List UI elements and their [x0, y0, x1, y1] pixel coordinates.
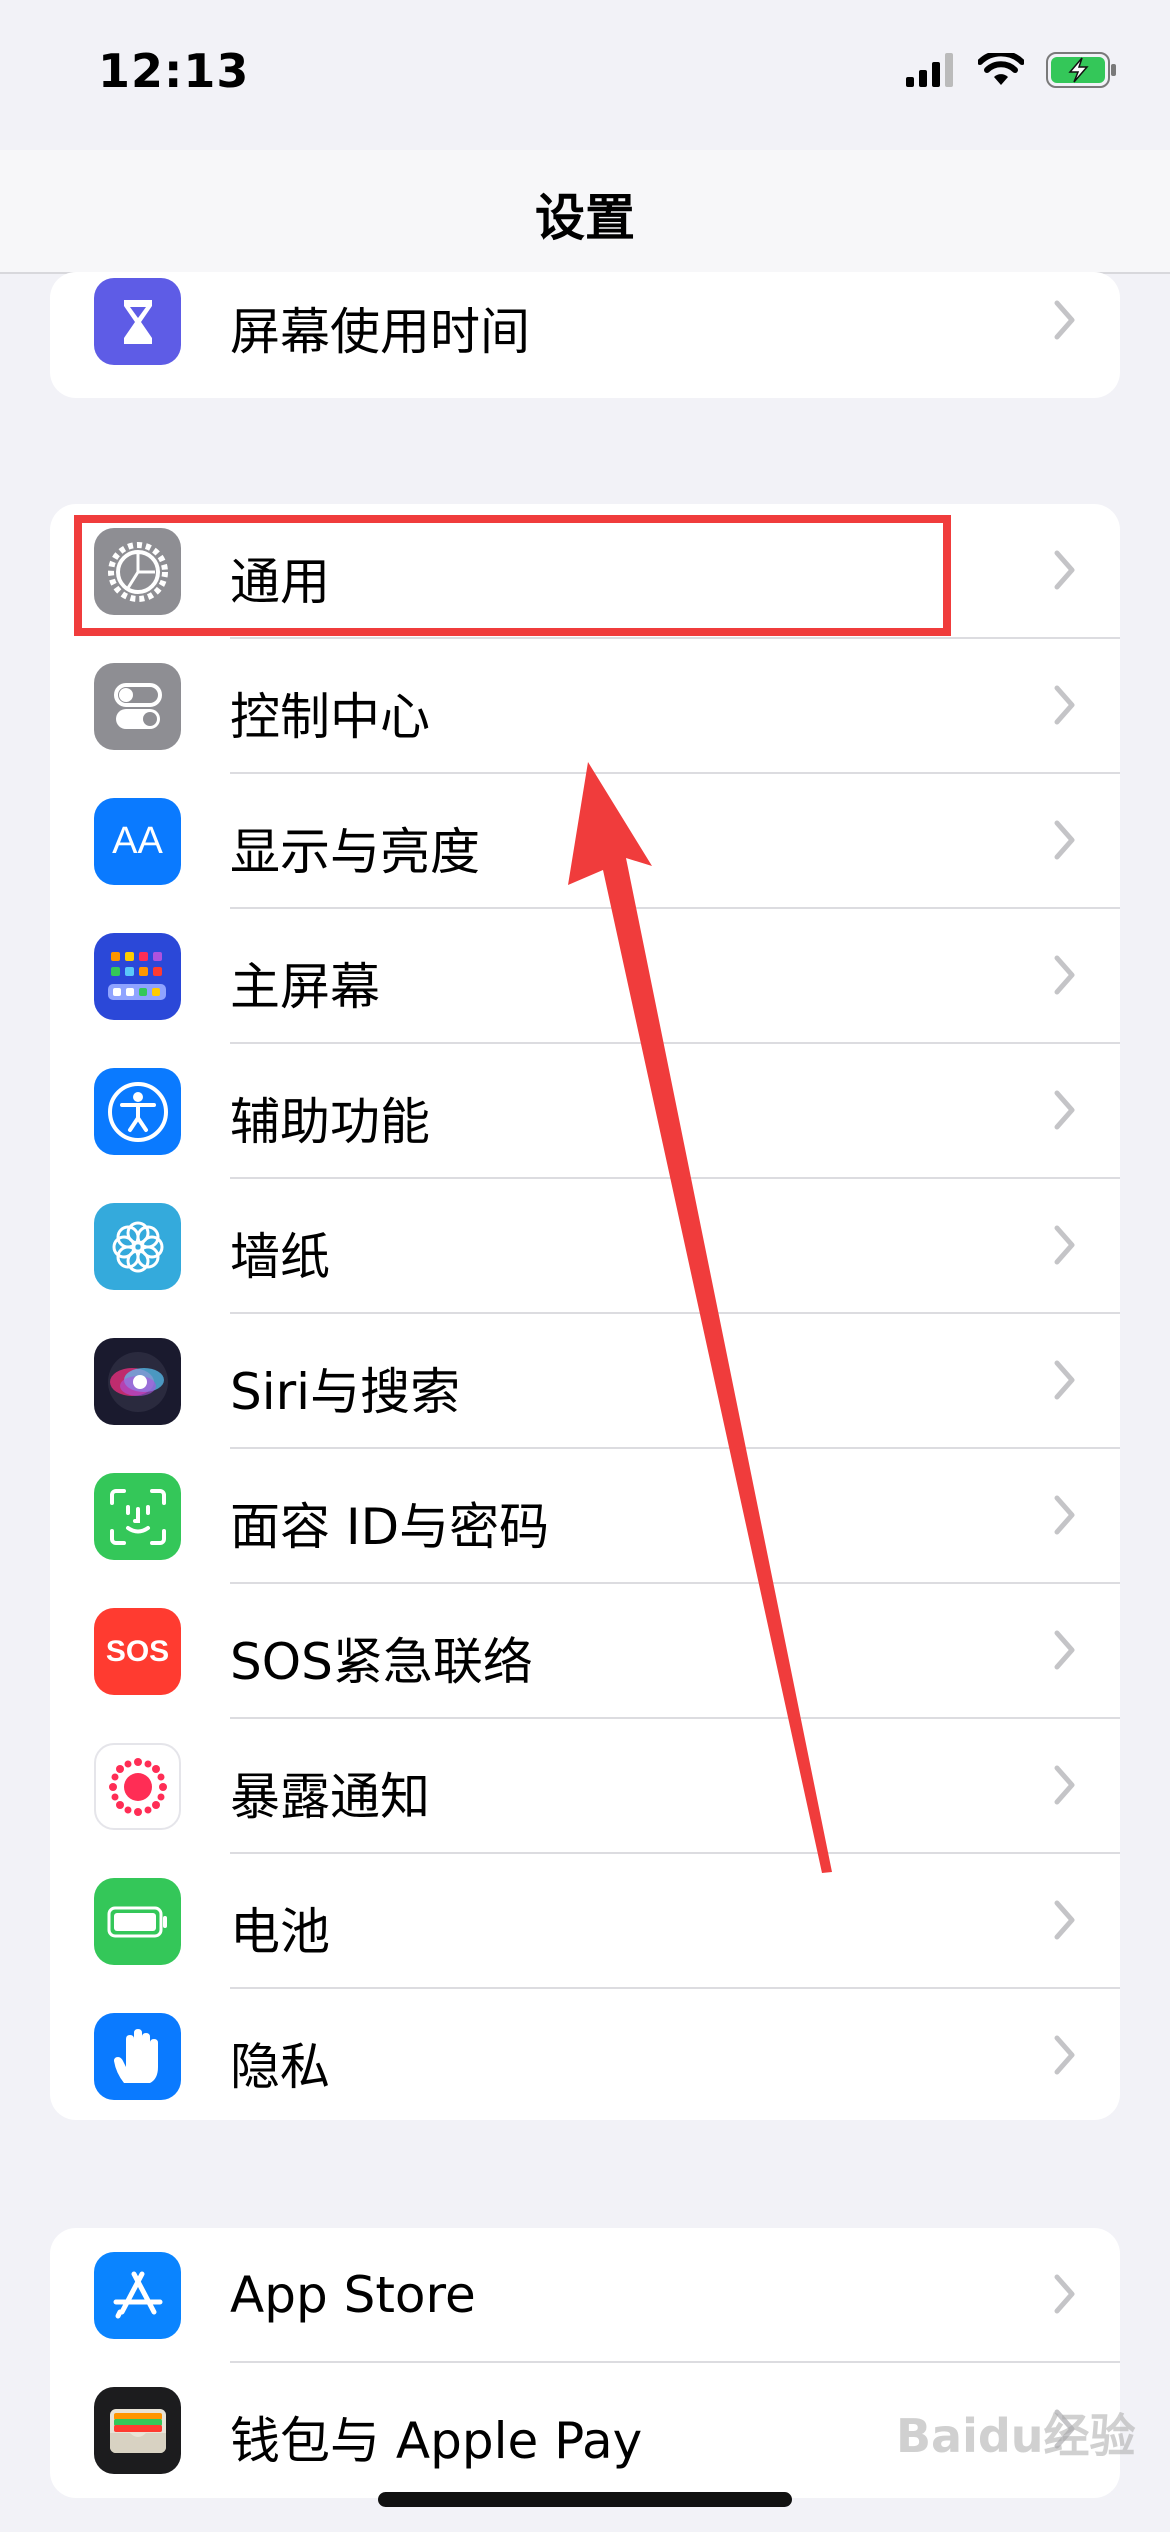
row-label: 暴露通知 — [230, 1768, 430, 1826]
row-exposure-notifications[interactable]: 暴露通知 — [50, 1719, 1120, 1854]
cellular-signal-icon — [906, 53, 953, 87]
wallet-icon — [94, 2387, 181, 2474]
chevron-right-icon — [1054, 955, 1075, 995]
chevron-right-icon — [1054, 1090, 1075, 1130]
battery-icon — [94, 1878, 181, 1965]
row-label: 钱包与 Apple Pay — [230, 2412, 643, 2470]
chevron-right-icon — [1054, 1900, 1075, 1940]
chevron-right-icon — [1054, 820, 1075, 860]
chevron-right-icon — [1054, 1225, 1075, 1265]
chevron-right-icon — [1054, 1630, 1075, 1670]
row-label: 隐私 — [230, 2038, 330, 2096]
sos-icon: SOS — [94, 1608, 181, 1695]
row-label: App Store — [230, 2266, 476, 2324]
row-label: 控制中心 — [230, 688, 430, 746]
row-screen-time[interactable]: 屏幕使用时间 — [50, 272, 1120, 389]
exposure-notification-icon — [94, 1743, 181, 1830]
row-control-center[interactable]: 控制中心 — [50, 639, 1120, 774]
row-battery[interactable]: 电池 — [50, 1854, 1120, 1989]
chevron-right-icon — [1054, 1360, 1075, 1400]
hand-icon — [94, 2013, 181, 2100]
chevron-right-icon — [1054, 1765, 1075, 1805]
settings-group-screen-time: 屏幕使用时间 — [50, 272, 1120, 398]
siri-orb-icon — [94, 1338, 181, 1425]
app-store-icon — [94, 2252, 181, 2339]
row-siri-search[interactable]: Siri与搜索 — [50, 1314, 1120, 1449]
battery-charging-icon — [1046, 52, 1116, 88]
row-label: Siri与搜索 — [230, 1363, 461, 1421]
status-icons — [906, 52, 1118, 88]
chevron-right-icon — [1054, 2035, 1075, 2075]
settings-group-main: 通用 控制中心 AA 显示与亮度 主屏幕 辅助功能 墙纸 Siri与搜索 面容 … — [50, 504, 1120, 2120]
flower-icon — [94, 1203, 181, 1290]
accessibility-icon — [94, 1068, 181, 1155]
text-size-icon: AA — [94, 798, 181, 885]
row-emergency-sos[interactable]: SOS SOS紧急联络 — [50, 1584, 1120, 1719]
hourglass-icon — [94, 278, 181, 365]
navigation-bar: 设置 — [0, 150, 1170, 274]
chevron-right-icon — [1054, 550, 1075, 590]
wifi-icon — [978, 53, 1024, 85]
baidu-watermark: Baidu经验 — [896, 2409, 1136, 2463]
status-time: 12:13 — [98, 44, 250, 98]
face-id-icon — [94, 1473, 181, 1560]
highlight-box-annotation — [74, 515, 951, 636]
row-label: 屏幕使用时间 — [230, 303, 530, 361]
row-app-store[interactable]: App Store — [50, 2228, 1120, 2363]
status-bar: 12:13 — [0, 0, 1170, 150]
row-accessibility[interactable]: 辅助功能 — [50, 1044, 1120, 1179]
row-privacy[interactable]: 隐私 — [50, 1989, 1120, 2120]
home-indicator — [378, 2492, 792, 2507]
row-label: 面容 ID与密码 — [230, 1498, 550, 1556]
chevron-right-icon — [1054, 685, 1075, 725]
row-label: SOS紧急联络 — [230, 1633, 533, 1691]
row-label: 主屏幕 — [230, 958, 380, 1016]
toggle-switches-icon — [94, 663, 181, 750]
home-screen-grid-icon — [94, 933, 181, 1020]
row-label: 墙纸 — [230, 1228, 330, 1286]
chevron-right-icon — [1054, 300, 1075, 340]
row-display-brightness[interactable]: AA 显示与亮度 — [50, 774, 1120, 909]
page-title: 设置 — [535, 189, 635, 247]
row-home-screen[interactable]: 主屏幕 — [50, 909, 1120, 1044]
row-label: 辅助功能 — [230, 1093, 430, 1151]
row-label: 电池 — [230, 1903, 330, 1961]
chevron-right-icon — [1054, 1495, 1075, 1535]
row-wallpaper[interactable]: 墙纸 — [50, 1179, 1120, 1314]
chevron-right-icon — [1054, 2274, 1075, 2314]
row-label: 显示与亮度 — [230, 823, 480, 881]
row-face-id-passcode[interactable]: 面容 ID与密码 — [50, 1449, 1120, 1584]
